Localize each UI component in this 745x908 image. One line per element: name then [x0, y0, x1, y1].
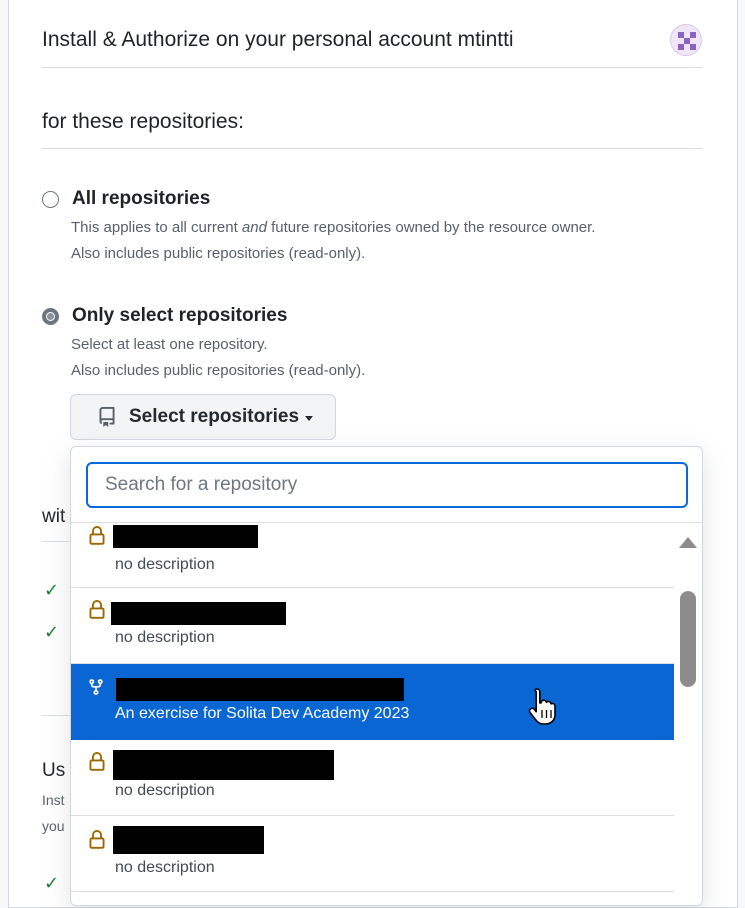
repo-description: no description [115, 556, 215, 573]
only-select-repositories-label[interactable]: Only select repositories [72, 305, 287, 327]
redacted-repo-name [113, 525, 258, 548]
user-heading-fragment: Us [42, 760, 66, 781]
repository-select-dropdown: no description no description An exercis… [70, 446, 703, 906]
with-heading-fragment: wit [42, 506, 66, 527]
divider [42, 715, 72, 716]
search-container [71, 447, 702, 523]
lock-icon [89, 526, 105, 545]
redacted-repo-name [113, 826, 264, 854]
select-repositories-button[interactable]: Select repositories [70, 394, 336, 440]
repo-description: no description [115, 629, 215, 646]
divider [42, 148, 702, 149]
divider [42, 541, 72, 542]
repositories-heading: for these repositories: [42, 110, 244, 133]
only-select-repositories-description: Select at least one repository. Also inc… [71, 336, 366, 379]
lock-icon [89, 752, 105, 771]
scroll-up-arrow-icon[interactable] [679, 537, 697, 548]
redacted-repo-name [113, 750, 334, 780]
hand-pointer-cursor-icon [528, 688, 556, 725]
all-repositories-label[interactable]: All repositories [72, 188, 210, 210]
repo-description: An exercise for Solita Dev Academy 2023 [115, 705, 410, 722]
lock-icon [89, 600, 105, 619]
repo-forked-icon [89, 679, 103, 695]
check-icon: ✓ [44, 580, 60, 600]
repository-list-item[interactable]: no description [71, 816, 674, 892]
repo-description: no description [115, 782, 215, 799]
you-text-fragment: you [42, 818, 65, 834]
repository-list-item-selected[interactable]: An exercise for Solita Dev Academy 2023 [71, 664, 674, 740]
avatar[interactable] [670, 24, 702, 56]
caret-down-icon [305, 416, 314, 421]
redacted-repo-name [116, 678, 404, 701]
repository-list-item[interactable]: no description [71, 523, 674, 588]
all-repositories-radio[interactable] [42, 191, 59, 208]
redacted-repo-name [111, 602, 286, 625]
lock-icon [89, 830, 105, 849]
all-repositories-description: This applies to all current and future r… [71, 219, 596, 262]
scrollbar-thumb[interactable] [680, 591, 696, 687]
select-repositories-label: Select repositories [129, 406, 300, 427]
install-title: Install & Authorize on your personal acc… [42, 28, 514, 51]
install-text-fragment: Inst [42, 792, 65, 808]
repo-description: no description [115, 859, 215, 876]
check-icon: ✓ [44, 622, 60, 642]
repo-icon [99, 407, 115, 427]
divider [42, 67, 702, 68]
repository-search-input[interactable] [86, 462, 688, 508]
dropdown-scrollbar[interactable] [676, 523, 702, 905]
only-select-repositories-radio[interactable] [42, 308, 59, 325]
repository-list-item[interactable]: no description [71, 588, 674, 664]
repository-list-item[interactable]: no description [71, 740, 674, 816]
check-icon: ✓ [44, 873, 60, 893]
